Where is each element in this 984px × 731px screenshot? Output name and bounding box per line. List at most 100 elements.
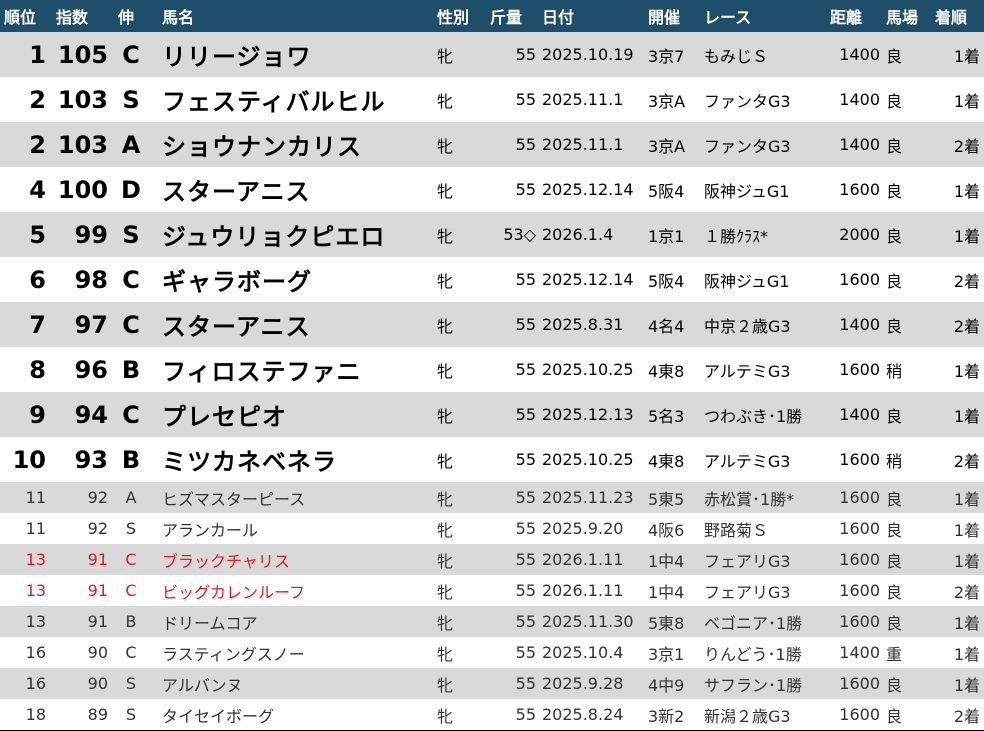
table-row: 16 90 S アルバンヌ 牝 55 2025.9.28 4中9 サフラン･1勝 1600 良 1着 — [0, 668, 984, 699]
header-finish: 着順 — [935, 8, 968, 27]
cell-date: 2025.10.25 — [542, 360, 634, 379]
cell-track: 良 — [886, 551, 903, 571]
cell-date: 2025.8.24 — [542, 705, 624, 724]
cell-index: 96 — [74, 355, 108, 384]
cell-index: 97 — [74, 310, 108, 339]
cell-name: スターアニス — [162, 313, 311, 341]
cell-track: 良 — [886, 406, 903, 426]
cell-date: 2025.9.28 — [542, 674, 624, 693]
cell-track: 良 — [886, 520, 903, 540]
cell-sex: 牝 — [437, 582, 454, 602]
cell-rank: 18 — [25, 705, 46, 724]
cell-index: 89 — [87, 705, 108, 724]
cell-index: 91 — [87, 581, 108, 600]
cell-meeting: 4阪6 — [648, 520, 685, 540]
cell-finish: 1着 — [953, 361, 980, 381]
cell-meeting: 5阪4 — [648, 181, 685, 201]
cell-finish: 1着 — [953, 181, 980, 201]
cell-rank: 1 — [29, 40, 46, 69]
cell-sex: 牝 — [437, 706, 454, 726]
cell-name: ラスティングスノー — [162, 644, 305, 664]
cell-distance: 1600 — [839, 519, 880, 538]
cell-distance: 1400 — [839, 643, 880, 662]
cell-date: 2025.12.14 — [542, 270, 634, 289]
cell-rank: 5 — [29, 220, 46, 249]
cell-weight: 55 — [515, 135, 536, 154]
cell-rank: 11 — [25, 488, 46, 507]
cell-meeting: 4東8 — [648, 361, 685, 381]
cell-name: アランカール — [162, 520, 259, 540]
cell-date: 2026.1.4 — [542, 225, 614, 244]
cell-rank: 13 — [25, 581, 46, 600]
cell-distance: 1400 — [839, 315, 880, 334]
cell-track: 良 — [886, 271, 903, 291]
header-meeting: 開催 — [648, 8, 681, 27]
cell-distance: 2000 — [839, 225, 880, 244]
cell-race: フェアリG3 — [704, 551, 791, 571]
cell-sex: 牝 — [437, 181, 454, 201]
cell-meeting: 5名3 — [648, 406, 685, 426]
cell-rank: 13 — [25, 550, 46, 569]
cell-finish: 1着 — [953, 406, 980, 426]
table-row: 5 99 S ジュウリョクピエロ 牝 53◇ 2026.1.4 1京1 １勝ｸﾗｽ* 2000 良 1… — [0, 212, 984, 257]
cell-race: 野路菊Ｓ — [704, 520, 769, 540]
header-index: 指数 — [56, 8, 89, 27]
table-header: 順位 指数 伸 馬名 性別 斤量 日付 開催 レース 距離 馬場 着順 — [0, 0, 984, 32]
cell-index: 103 — [57, 85, 108, 114]
cell-index: 98 — [74, 265, 108, 294]
cell-meeting: 3京A — [648, 136, 686, 156]
cell-index: 91 — [87, 612, 108, 631]
cell-rank: 2 — [29, 130, 46, 159]
cell-race: サフラン･1勝 — [704, 675, 803, 695]
header-distance: 距離 — [830, 8, 863, 27]
cell-date: 2025.10.19 — [542, 45, 634, 64]
cell-weight: 53◇ — [503, 225, 536, 244]
cell-index: 91 — [87, 550, 108, 569]
cell-finish: 1着 — [953, 226, 980, 246]
cell-name: フィロステファニ — [162, 358, 362, 386]
cell-finish: 1着 — [953, 551, 980, 571]
cell-meeting: 3京1 — [648, 644, 685, 664]
cell-race: 赤松賞･1勝* — [704, 489, 795, 509]
cell-sex: 牝 — [437, 644, 454, 664]
cell-meeting: 1中4 — [648, 551, 685, 571]
header-date: 日付 — [542, 8, 575, 27]
cell-index: 90 — [87, 643, 108, 662]
header-rank: 順位 — [4, 8, 37, 27]
cell-race: ファンタG3 — [704, 136, 791, 156]
cell-track: 良 — [886, 489, 903, 509]
cell-meeting: 3京A — [648, 91, 686, 111]
cell-grade: B — [121, 445, 141, 474]
cell-meeting: 4中9 — [648, 675, 685, 695]
cell-weight: 55 — [515, 450, 536, 469]
cell-weight: 55 — [515, 270, 536, 289]
cell-date: 2025.10.25 — [542, 450, 634, 469]
cell-index: 105 — [57, 40, 108, 69]
cell-grade: S — [122, 85, 140, 114]
cell-grade: A — [125, 488, 137, 507]
table-row: 11 92 A ヒズマスターピース 牝 55 2025.11.23 5東5 赤松賞･1勝* 160… — [0, 482, 984, 513]
cell-track: 良 — [886, 91, 903, 111]
cell-distance: 1600 — [839, 360, 880, 379]
cell-grade: C — [125, 643, 137, 662]
cell-name: フェスティバルヒル — [162, 88, 386, 116]
cell-name: リリージョワ — [162, 43, 312, 71]
cell-sex: 牝 — [437, 489, 454, 509]
cell-name: ブラックチャリス — [162, 551, 290, 571]
cell-rank: 9 — [29, 400, 46, 429]
cell-distance: 1400 — [839, 90, 880, 109]
cell-sex: 牝 — [437, 551, 454, 571]
cell-name: ショウナンカリス — [162, 133, 362, 161]
cell-track: 良 — [886, 136, 903, 156]
cell-finish: 1着 — [953, 91, 980, 111]
cell-meeting: 4東8 — [648, 451, 685, 471]
cell-weight: 55 — [515, 180, 536, 199]
cell-distance: 1400 — [839, 135, 880, 154]
cell-distance: 1400 — [839, 405, 880, 424]
cell-track: 重 — [886, 644, 903, 664]
cell-grade: A — [121, 130, 141, 159]
cell-distance: 1600 — [839, 180, 880, 199]
cell-index: 92 — [87, 519, 108, 538]
cell-rank: 4 — [29, 175, 46, 204]
cell-date: 2026.1.11 — [542, 550, 624, 569]
